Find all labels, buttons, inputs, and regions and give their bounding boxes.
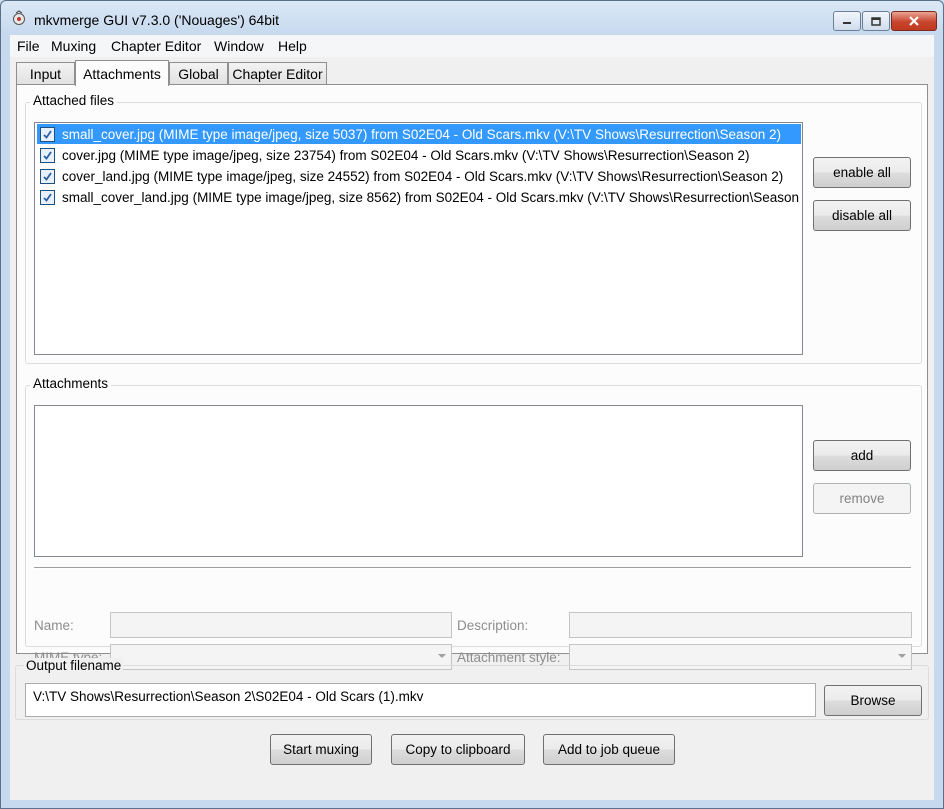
disable-all-button[interactable]: disable all	[813, 200, 911, 231]
attached-files-label: Attached files	[30, 93, 118, 108]
menu-chapter-editor[interactable]: Chapter Editor	[111, 38, 201, 54]
list-item-text: small_cover.jpg (MIME type image/jpeg, s…	[62, 126, 782, 142]
divider	[34, 567, 911, 569]
minimize-icon	[843, 22, 851, 24]
tab-input[interactable]: Input	[16, 62, 75, 84]
list-item-text: small_cover_land.jpg (MIME type image/jp…	[62, 189, 800, 205]
app-window: mkvmerge GUI v7.3.0 ('Nouages') 64bit Fi…	[0, 0, 944, 809]
tab-global[interactable]: Global	[169, 62, 228, 84]
chevron-down-icon	[898, 654, 906, 658]
output-filename-input[interactable]: V:\TV Shows\Resurrection\Season 2\S02E04…	[25, 683, 816, 717]
tab-attachments[interactable]: Attachments	[75, 60, 169, 86]
close-icon	[909, 16, 919, 26]
maximize-icon	[871, 16, 881, 26]
start-muxing-button[interactable]: Start muxing	[270, 734, 372, 765]
window-title: mkvmerge GUI v7.3.0 ('Nouages') 64bit	[34, 12, 279, 28]
menu-muxing[interactable]: Muxing	[51, 38, 96, 54]
maximize-button[interactable]	[862, 11, 890, 31]
list-item[interactable]: cover_land.jpg (MIME type image/jpeg, si…	[37, 166, 801, 186]
checkbox[interactable]	[40, 147, 55, 163]
caption-buttons	[832, 11, 937, 31]
minimize-button[interactable]	[833, 11, 861, 31]
list-item[interactable]: cover.jpg (MIME type image/jpeg, size 23…	[37, 145, 801, 165]
client-area: File Muxing Chapter Editor Window Help I…	[10, 35, 934, 800]
checkmark-icon	[43, 150, 52, 160]
title-bar[interactable]: mkvmerge GUI v7.3.0 ('Nouages') 64bit	[1, 1, 943, 35]
description-field[interactable]	[569, 612, 912, 638]
attachments-list[interactable]	[34, 405, 803, 557]
name-label: Name:	[34, 618, 74, 633]
browse-button[interactable]: Browse	[824, 685, 922, 716]
attached-files-list[interactable]: small_cover.jpg (MIME type image/jpeg, s…	[34, 122, 803, 355]
menu-help[interactable]: Help	[278, 38, 307, 54]
copy-to-clipboard-button[interactable]: Copy to clipboard	[391, 734, 525, 765]
remove-button[interactable]: remove	[813, 483, 911, 514]
list-item-text: cover_land.jpg (MIME type image/jpeg, si…	[62, 168, 784, 184]
checkbox[interactable]	[40, 189, 55, 205]
attachment-style-label: Attachment style:	[457, 650, 561, 665]
close-button[interactable]	[891, 11, 937, 31]
menu-file[interactable]: File	[17, 38, 40, 54]
checkbox[interactable]	[40, 168, 55, 184]
list-item[interactable]: small_cover_land.jpg (MIME type image/jp…	[37, 187, 801, 207]
add-to-job-queue-button[interactable]: Add to job queue	[543, 734, 675, 765]
description-label: Description:	[457, 618, 529, 633]
enable-all-button[interactable]: enable all	[813, 157, 911, 188]
list-item[interactable]: small_cover.jpg (MIME type image/jpeg, s…	[37, 124, 801, 144]
chevron-down-icon	[438, 654, 446, 658]
menu-window[interactable]: Window	[214, 38, 264, 54]
checkmark-icon	[43, 129, 52, 139]
checkbox[interactable]	[40, 126, 55, 142]
output-filename-label: Output filename	[24, 658, 124, 673]
attachments-label: Attachments	[30, 376, 112, 391]
checkmark-icon	[43, 192, 52, 202]
mkvmerge-app-icon	[13, 10, 25, 25]
name-field[interactable]	[110, 612, 452, 638]
list-item-text: cover.jpg (MIME type image/jpeg, size 23…	[62, 147, 750, 163]
checkmark-icon	[43, 171, 52, 181]
attachments-tab-panel: Attached files small_cover.jpg (MIME typ…	[16, 84, 928, 670]
add-button[interactable]: add	[813, 440, 911, 471]
tab-chapter-editor[interactable]: Chapter Editor	[228, 62, 327, 84]
menu-bar: File Muxing Chapter Editor Window Help	[10, 35, 934, 57]
